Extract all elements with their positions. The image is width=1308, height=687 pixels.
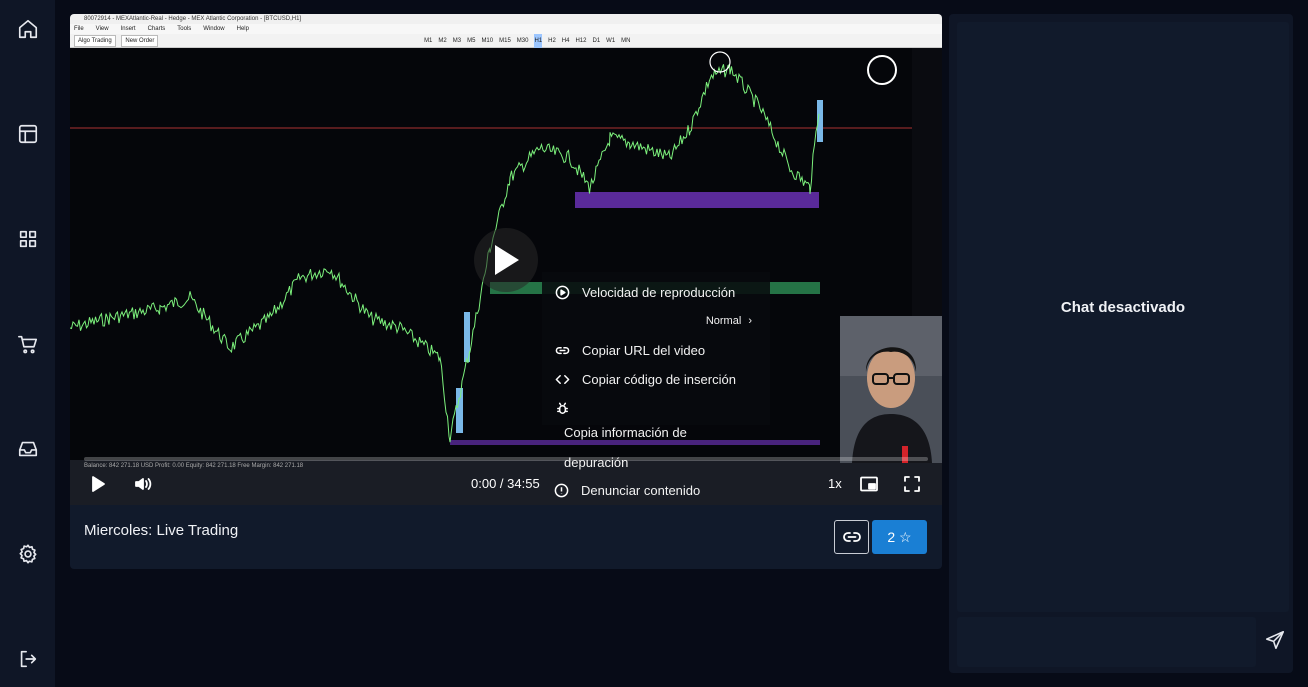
mt-algo-trading-button: Algo Trading [74,35,116,47]
mt-timeframe: D1 [592,38,601,44]
mt-menu-item: Help [236,26,249,32]
gear-icon [19,544,37,564]
video-context-menu: Velocidad de reproducción Normal › Copia… [542,272,770,425]
mt-timeframe: H4 [561,38,570,44]
bug-icon [556,402,568,414]
mt-timeframe: H12 [575,38,587,44]
volume-button[interactable] [130,472,156,496]
layout-icon [18,124,38,144]
logout-icon [20,650,37,668]
mt-timeframe: M5 [467,38,476,44]
send-button[interactable] [1261,626,1289,654]
mt-window-title: 80072914 - MEXAtlantic-Real - Hedge - ME… [70,14,942,24]
link-icon [842,532,861,542]
sidebar-item-home[interactable] [14,15,42,43]
webcam-person-image [840,316,942,463]
progress-bar[interactable] [84,457,928,461]
chat-input[interactable] [957,617,1256,667]
video-title: Miercoles: Live Trading [84,522,239,539]
menu-copy-debug[interactable] [542,394,770,423]
mt-timeframe: MN [621,38,631,44]
video-controls: 0:00 / 34:55 1x [70,466,942,502]
menu-playback-speed[interactable]: Velocidad de reproducción [542,278,770,307]
sidebar-item-settings[interactable] [14,540,42,568]
chart-zone-purple-low [450,440,820,445]
play-button[interactable] [86,472,110,496]
link-icon [555,346,569,355]
chat-panel: Chat desactivado [949,14,1293,673]
menu-copy-url-label: Copiar URL del video [582,343,706,358]
mt-timeframes: M1 M2 M3 M5 M10 M15 M30 H1 H2 H4 H12 D1 W1 MN [424,34,636,48]
menu-speed-value[interactable]: Normal › [542,307,770,336]
mt-menu-item: View [95,26,109,32]
mt-timeframe: M3 [452,38,462,44]
mt-menu-item: Charts [147,26,166,32]
menu-copy-embed-label: Copiar código de inserción [582,372,736,387]
chevron-right-icon: › [748,315,752,327]
play-icon [495,245,519,275]
rating-button[interactable]: 2 ☆ [872,520,927,554]
mt-timeframe: H1 [534,34,543,48]
mt-menu-item: File [74,26,84,32]
menu-copy-embed[interactable]: Copiar código de inserción [542,365,770,394]
video-player[interactable]: 80072914 - MEXAtlantic-Real - Hedge - ME… [70,14,942,505]
code-icon [555,375,569,384]
webcam-overlay [840,316,942,463]
mt-menu-item: Tools [177,26,192,32]
copy-link-button[interactable] [834,520,869,554]
fullscreen-icon [904,476,920,492]
mt-menu-item: Insert [120,26,136,32]
sidebar-item-logout[interactable] [14,645,42,673]
menu-copy-url[interactable]: Copiar URL del video [542,336,770,365]
chart-zone-purple [575,192,819,208]
mt-timeframe: M10 [481,38,494,44]
send-icon [1265,630,1285,650]
chat-messages: Chat desactivado [957,22,1289,612]
mt-timeframe: M15 [499,38,511,44]
mt-timeframe: H2 [548,38,556,44]
sidebar [0,0,55,687]
chat-status: Chat desactivado [1060,298,1186,316]
time-display: 0:00 / 34:55 [471,476,540,491]
home-icon [18,19,38,39]
mt-timeframe: M30 [516,38,529,44]
cart-icon [18,335,38,354]
sidebar-item-apps[interactable] [14,225,42,253]
inbox-icon [18,441,38,457]
big-play-button[interactable] [474,228,538,292]
grid-icon [19,230,37,248]
sidebar-item-inbox[interactable] [14,435,42,463]
mt-toolbar: Algo Trading New Order M1 M2 M3 M5 M10 M15 M30… [70,34,942,48]
fullscreen-button[interactable] [900,472,924,496]
mt-timeframe: M1 [424,38,433,44]
speed-button[interactable]: 1x [828,476,842,491]
menu-speed-value-label: Normal [705,315,742,327]
pip-icon [860,476,878,492]
mt-menu-bar: File View Insert Charts Tools Window Help [70,24,942,34]
mt-timeframe: M2 [438,38,447,44]
sidebar-item-layout[interactable] [14,120,42,148]
sidebar-item-cart[interactable] [14,330,42,358]
menu-playback-speed-label: Velocidad de reproducción [582,285,736,300]
picture-in-picture-button[interactable] [857,472,881,496]
app: 80072914 - MEXAtlantic-Real - Hedge - ME… [0,0,1308,687]
mt-timeframe: W1 [606,38,616,44]
play-circle-icon [555,285,569,300]
video-card: 80072914 - MEXAtlantic-Real - Hedge - ME… [70,14,942,569]
mt-new-order-button: New Order [121,35,159,47]
mt-menu-item: Window [203,26,225,32]
play-icon [92,476,105,492]
menu-copy-debug-label-line1: Copia información de [564,425,687,440]
volume-icon [135,478,152,490]
chart-bar-blue [456,388,463,433]
